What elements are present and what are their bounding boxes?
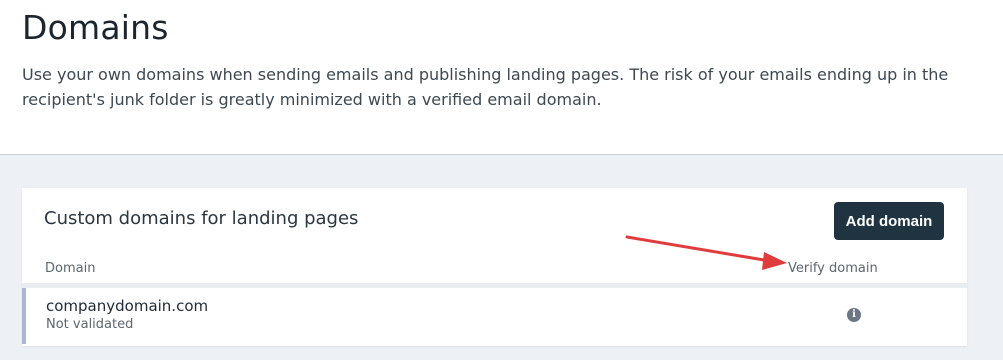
card-title: Custom domains for landing pages — [44, 208, 359, 229]
page-title: Domains — [22, 8, 169, 47]
add-domain-button[interactable]: Add domain — [834, 202, 944, 240]
column-header-domain: Domain — [45, 261, 96, 276]
table-row[interactable]: companydomain.com Not validated i — [22, 288, 967, 344]
page-description: Use your own domains when sending emails… — [22, 65, 949, 109]
page-header: Domains Use your own domains when sendin… — [0, 0, 1003, 155]
info-icon[interactable]: i — [847, 308, 861, 322]
domain-status: Not validated — [46, 317, 134, 332]
domain-name: companydomain.com — [46, 297, 209, 315]
custom-domains-card: Custom domains for landing pages Add dom… — [22, 188, 967, 346]
column-header-verify-domain: Verify domain — [788, 261, 878, 276]
